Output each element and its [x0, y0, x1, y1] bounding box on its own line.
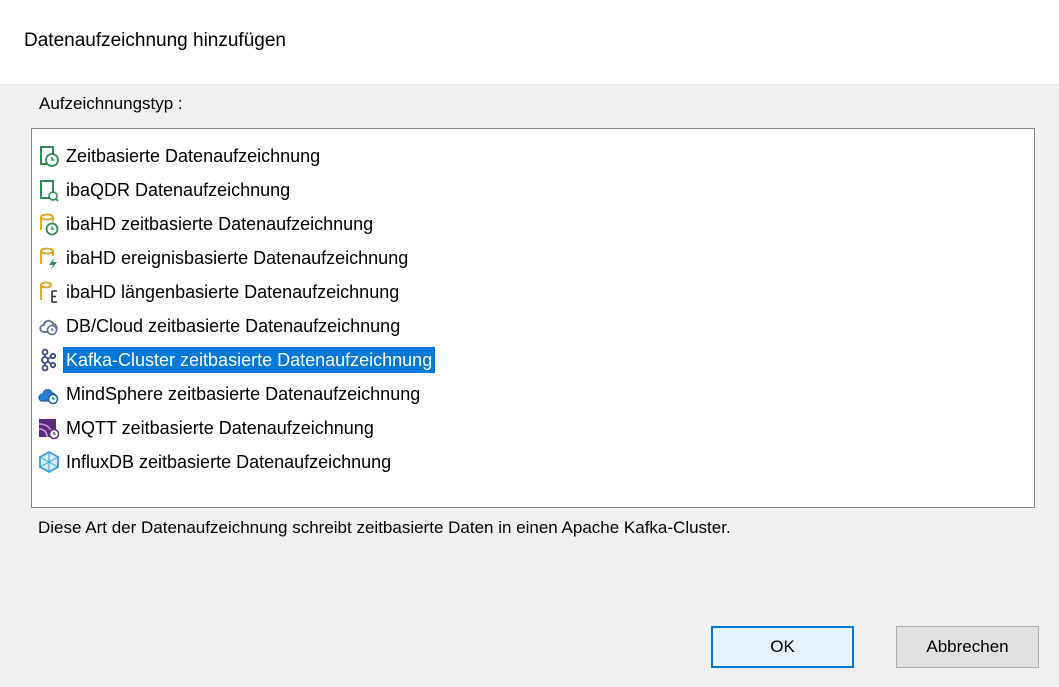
- hd-length-icon: [38, 280, 60, 304]
- mqtt-icon: [38, 416, 60, 440]
- list-item-mqtt[interactable]: MQTT zeitbasierte Datenaufzeichnung: [38, 413, 377, 442]
- list-item-label: InfluxDB zeitbasierte Datenaufzeichnung: [66, 451, 392, 472]
- list-item-mindsphere[interactable]: MindSphere zeitbasierte Datenaufzeichnun…: [38, 379, 423, 408]
- list-item-label: ibaHD längenbasierte Datenaufzeichnung: [66, 281, 400, 302]
- list-item-influxdb[interactable]: InfluxDB zeitbasierte Datenaufzeichnung: [38, 447, 394, 476]
- db-cloud-icon: [38, 314, 60, 338]
- list-item-label: ibaHD ereignisbasierte Datenaufzeichnung: [66, 247, 409, 268]
- hd-time-icon: [38, 212, 60, 236]
- time-recording-icon: [38, 144, 60, 168]
- dialog-title: Datenaufzeichnung hinzufügen: [24, 30, 286, 51]
- dialog-titlebar: Datenaufzeichnung hinzufügen: [0, 0, 1059, 85]
- list-item-db-cloud[interactable]: DB/Cloud zeitbasierte Datenaufzeichnung: [38, 311, 403, 340]
- list-item-hd-event[interactable]: ibaHD ereignisbasierte Datenaufzeichnung: [38, 243, 411, 272]
- hd-event-icon: [38, 246, 60, 270]
- ok-button[interactable]: OK: [711, 626, 854, 668]
- list-item-qdr-recording[interactable]: ibaQDR Datenaufzeichnung: [38, 175, 293, 204]
- list-item-hd-time[interactable]: ibaHD zeitbasierte Datenaufzeichnung: [38, 209, 376, 238]
- list-item-label: DB/Cloud zeitbasierte Datenaufzeichnung: [66, 315, 401, 336]
- cancel-button[interactable]: Abbrechen: [896, 626, 1039, 668]
- list-item-hd-length[interactable]: ibaHD längenbasierte Datenaufzeichnung: [38, 277, 402, 306]
- kafka-icon: [38, 348, 60, 372]
- list-item-label: ibaQDR Datenaufzeichnung: [66, 179, 291, 200]
- list-item-label: MindSphere zeitbasierte Datenaufzeichnun…: [66, 383, 421, 404]
- mindsphere-icon: [38, 382, 60, 406]
- list-item-label: MQTT zeitbasierte Datenaufzeichnung: [66, 417, 374, 438]
- list-item-time-recording[interactable]: Zeitbasierte Datenaufzeichnung: [38, 141, 323, 170]
- list-item-label: Kafka-Cluster zeitbasierte Datenaufzeich…: [63, 346, 436, 373]
- list-item-kafka[interactable]: Kafka-Cluster zeitbasierte Datenaufzeich…: [38, 345, 436, 374]
- qdr-recording-icon: [38, 178, 60, 202]
- influxdb-icon: [38, 450, 60, 474]
- list-item-label: ibaHD zeitbasierte Datenaufzeichnung: [66, 213, 374, 234]
- recording-type-list[interactable]: Zeitbasierte Datenaufzeichnung ibaQDR Da…: [31, 128, 1035, 508]
- list-item-label: Zeitbasierte Datenaufzeichnung: [66, 145, 321, 166]
- recording-type-label: Aufzeichnungstyp :: [39, 94, 183, 113]
- type-description: Diese Art der Datenaufzeichnung schreibt…: [38, 518, 731, 537]
